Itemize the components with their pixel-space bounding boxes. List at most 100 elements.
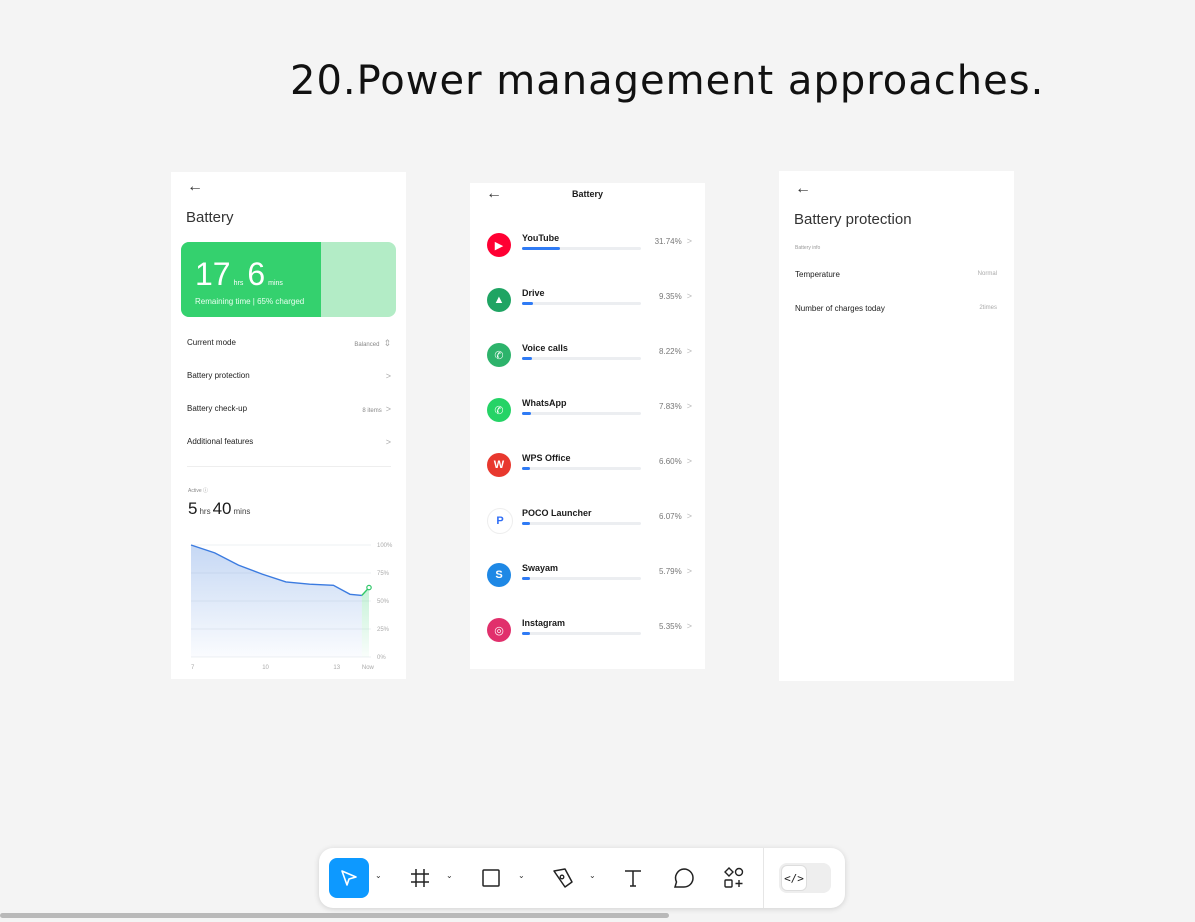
chevron-right-icon: > bbox=[686, 511, 692, 521]
usage-bar bbox=[522, 632, 641, 635]
screen-title: Battery bbox=[571, 189, 603, 199]
app-usage-row[interactable]: ✆ Voice calls 8.22% > bbox=[487, 343, 692, 383]
charges-today-row: Number of charges today 2times bbox=[795, 304, 997, 313]
chevron-down-icon[interactable]: ⌄ bbox=[375, 871, 382, 880]
usage-percent: 5.35% bbox=[659, 622, 682, 631]
rectangle-tool-button[interactable] bbox=[471, 858, 511, 898]
usage-bar-fill bbox=[522, 357, 532, 360]
temperature-row: Temperature Normal bbox=[795, 270, 997, 279]
wps-office-icon: W bbox=[487, 453, 511, 477]
page-title: 20.Power management approaches. bbox=[290, 58, 1045, 104]
usage-percent: 8.22% bbox=[659, 347, 682, 356]
section-label: Battery info bbox=[795, 245, 821, 251]
charging-area bbox=[361, 587, 369, 657]
chevron-right-icon: > bbox=[385, 404, 391, 414]
app-name: Voice calls bbox=[522, 343, 568, 353]
additional-features-row[interactable]: Additional features > bbox=[187, 437, 391, 447]
phone-icon: ✆ bbox=[487, 343, 511, 367]
chevron-right-icon: > bbox=[686, 621, 692, 631]
x-tick-label: 13 bbox=[333, 665, 340, 671]
chevron-right-icon: > bbox=[385, 371, 391, 381]
frame-tool-button[interactable] bbox=[400, 858, 440, 898]
app-name: POCO Launcher bbox=[522, 508, 592, 518]
usage-bar bbox=[522, 467, 641, 470]
app-usage-row[interactable]: W WPS Office 6.60% > bbox=[487, 453, 692, 493]
usage-bar bbox=[522, 247, 641, 250]
usage-bar bbox=[522, 412, 641, 415]
battery-overview-screen: ← Battery 17 hrs 6 mins Remaining time | 65… bbox=[171, 172, 406, 679]
active-time: 5 hrs 40 mins bbox=[188, 499, 251, 518]
x-tick-label: 7 bbox=[191, 665, 195, 671]
text-icon bbox=[625, 870, 641, 887]
move-tool-button[interactable] bbox=[329, 858, 369, 898]
usage-bar-fill bbox=[522, 632, 531, 635]
youtube-icon: ▶ bbox=[487, 233, 511, 257]
poco-launcher-icon: P bbox=[487, 508, 513, 534]
y-tick-label: 0% bbox=[377, 655, 386, 661]
app-usage-row[interactable]: ✆ WhatsApp 7.83% > bbox=[487, 398, 692, 438]
app-usage-row[interactable]: ▶ YouTube 31.74% > bbox=[487, 233, 692, 273]
comment-tool-button[interactable] bbox=[664, 858, 704, 898]
battery-checkup-row[interactable]: Battery check-up 8 items > bbox=[187, 404, 391, 414]
usage-percent: 5.79% bbox=[659, 567, 682, 576]
instagram-icon: ◎ bbox=[487, 618, 511, 642]
resources-icon bbox=[724, 867, 744, 888]
frame-icon bbox=[411, 869, 429, 887]
screen-title: Battery protection bbox=[794, 211, 912, 228]
chevron-down-icon[interactable]: ⌄ bbox=[589, 871, 596, 880]
battery-area bbox=[191, 545, 362, 657]
battery-protection-row[interactable]: Battery protection > bbox=[187, 371, 391, 381]
app-usage-row[interactable]: S Swayam 5.79% > bbox=[487, 563, 692, 603]
app-name: WPS Office bbox=[522, 453, 571, 463]
pen-tool-button[interactable] bbox=[543, 858, 583, 898]
resources-tool-button[interactable] bbox=[714, 858, 754, 898]
toolbar-divider bbox=[763, 848, 764, 908]
text-tool-button[interactable] bbox=[613, 858, 653, 898]
usage-bar-fill bbox=[522, 412, 532, 415]
active-label: Active ⓘ bbox=[188, 488, 209, 494]
x-tick-label: 10 bbox=[262, 665, 269, 671]
horizontal-scrollbar[interactable] bbox=[0, 913, 669, 918]
remaining-time: 17 hrs 6 mins bbox=[195, 256, 283, 292]
chevron-down-icon[interactable]: ⌄ bbox=[518, 871, 525, 880]
design-toolbar: ⌄ ⌄ ⌄ ⌄ </> bbox=[319, 848, 845, 908]
back-arrow-icon[interactable]: ← bbox=[187, 178, 203, 196]
app-usage-row[interactable]: P POCO Launcher 6.07% > bbox=[487, 508, 692, 548]
chevron-down-icon[interactable]: ⌄ bbox=[446, 871, 453, 880]
usage-bar-fill bbox=[522, 522, 531, 525]
app-usage-row[interactable]: ▲ Drive 9.35% > bbox=[487, 288, 692, 328]
cursor-icon bbox=[341, 870, 357, 886]
pen-icon bbox=[553, 868, 573, 888]
chevron-right-icon: > bbox=[686, 236, 692, 246]
current-level-point bbox=[366, 584, 372, 591]
back-arrow-icon[interactable]: ← bbox=[795, 180, 811, 198]
current-mode-row[interactable]: Current mode Balanced ⇕ bbox=[187, 338, 391, 348]
battery-protection-screen: ← Battery protection Battery info Temper… bbox=[779, 171, 1014, 681]
usage-bar-fill bbox=[522, 467, 531, 470]
usage-percent: 6.60% bbox=[659, 457, 682, 466]
x-tick-label: Now bbox=[362, 665, 375, 671]
usage-bar-fill bbox=[522, 302, 534, 305]
app-name: Drive bbox=[522, 288, 545, 298]
y-tick-label: 100% bbox=[377, 543, 393, 549]
dev-mode-toggle[interactable]: </> bbox=[779, 863, 831, 893]
swayam-icon: S bbox=[487, 563, 511, 587]
usage-percent: 7.83% bbox=[659, 402, 682, 411]
usage-bar-fill bbox=[522, 577, 531, 580]
rectangle-icon bbox=[482, 869, 500, 887]
usage-percent: 9.35% bbox=[659, 292, 682, 301]
usage-percent: 6.07% bbox=[659, 512, 682, 521]
y-tick-label: 25% bbox=[377, 627, 390, 633]
whatsapp-icon: ✆ bbox=[487, 398, 511, 422]
remaining-subtitle: Remaining time | 65% charged bbox=[195, 297, 305, 306]
updown-icon: ⇕ bbox=[383, 338, 391, 348]
chevron-right-icon: > bbox=[686, 401, 692, 411]
app-name: Instagram bbox=[522, 618, 566, 628]
help-icon[interactable]: ⓘ bbox=[203, 488, 208, 494]
app-name: YouTube bbox=[522, 233, 560, 243]
app-usage-row[interactable]: ◎ Instagram 5.35% > bbox=[487, 618, 692, 658]
app-name: Swayam bbox=[522, 563, 559, 573]
drive-icon: ▲ bbox=[487, 288, 511, 312]
chevron-right-icon: > bbox=[686, 346, 692, 356]
chevron-right-icon: > bbox=[686, 566, 692, 576]
